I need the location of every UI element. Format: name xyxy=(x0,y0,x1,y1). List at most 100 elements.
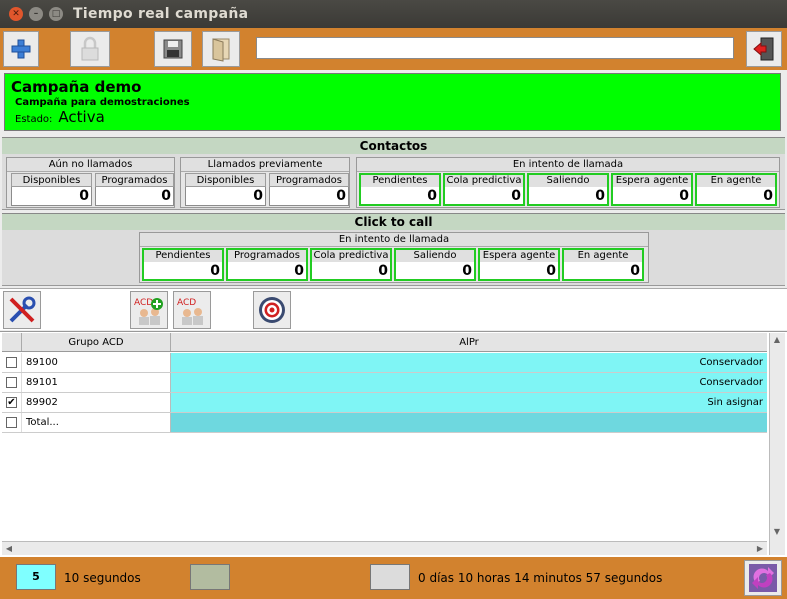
acd-add-button[interactable]: ACD xyxy=(130,291,168,329)
row-checkbox[interactable] xyxy=(6,417,17,428)
minimize-icon[interactable]: – xyxy=(29,7,43,21)
table-row-total[interactable]: Total... xyxy=(2,413,767,433)
group-title: En intento de llamada xyxy=(357,158,779,172)
cell-espera-agente: Espera agente 0 xyxy=(478,248,560,282)
row-checkbox[interactable] xyxy=(6,377,17,388)
row-check-cell xyxy=(2,353,22,372)
table-row[interactable]: 89100 Conservador xyxy=(2,353,767,373)
scroll-down-icon[interactable]: ▼ xyxy=(770,525,784,539)
acd-add-icon: ACD xyxy=(134,298,163,325)
cell-programados: Programados 0 xyxy=(95,173,174,207)
row-checkbox[interactable] xyxy=(6,357,17,368)
header-grupo-acd[interactable]: Grupo ACD xyxy=(22,333,171,351)
header-alpr[interactable]: AlPr xyxy=(171,333,767,351)
cell-label: Programados xyxy=(226,248,308,262)
status-bar: 5 10 segundos 0 días 10 horas 14 minutos… xyxy=(0,557,787,599)
contactos-panel: Aún no llamados Disponibles 0 Programados… xyxy=(2,154,785,210)
cell-label: Pendientes xyxy=(142,248,224,262)
toolbar xyxy=(0,28,787,70)
vertical-scrollbar[interactable]: ▲ ▼ xyxy=(769,333,785,555)
refresh-interval-field[interactable]: 5 xyxy=(16,564,56,590)
tools-button[interactable] xyxy=(3,291,41,329)
cell-label: Pendientes xyxy=(359,173,441,187)
acd-table: Grupo ACD AlPr 89100 Conservador 89101 C… xyxy=(0,331,787,557)
cell-label: Cola predictiva xyxy=(443,173,525,187)
cell-value: 0 xyxy=(443,187,525,206)
click-to-call-panel: En intento de llamada Pendientes 0 Progra… xyxy=(2,230,785,286)
close-icon[interactable]: ✕ xyxy=(9,7,23,21)
refresh-icon xyxy=(749,564,777,592)
row-check-cell: ✔ xyxy=(2,393,22,412)
cell-label: Programados xyxy=(269,173,349,187)
cell-pendientes: Pendientes 0 xyxy=(142,248,224,282)
save-icon xyxy=(163,39,183,59)
target-button[interactable] xyxy=(253,291,291,329)
cell-label: Programados xyxy=(95,173,174,187)
cell-value: 0 xyxy=(142,262,224,281)
campaign-name: Campaña demo xyxy=(11,78,142,96)
cell-value: 0 xyxy=(478,262,560,281)
add-button[interactable] xyxy=(3,31,39,67)
exit-button[interactable] xyxy=(746,31,782,67)
cell-programados: Programados 0 xyxy=(269,173,349,207)
status-indicator xyxy=(190,564,230,590)
target-icon xyxy=(259,297,285,323)
refresh-button[interactable] xyxy=(744,560,782,596)
door-button[interactable] xyxy=(202,31,240,67)
window-title: Tiempo real campaña xyxy=(73,6,249,22)
row-alpr: Sin asignar xyxy=(171,393,767,412)
cell-saliendo: Saliendo 0 xyxy=(527,173,609,207)
maximize-icon[interactable]: □ xyxy=(49,7,63,21)
lock-button[interactable] xyxy=(70,31,110,67)
add-icon xyxy=(11,39,31,59)
cell-label: Disponibles xyxy=(185,173,266,187)
save-button[interactable] xyxy=(154,31,192,67)
horizontal-scrollbar[interactable]: ◀ ▶ xyxy=(2,541,767,555)
group-no-llamados: Aún no llamados Disponibles 0 Programados… xyxy=(6,157,175,208)
cell-cola-predictiva: Cola predictiva 0 xyxy=(443,173,525,207)
row-group: 89902 xyxy=(22,393,171,412)
cell-value: 0 xyxy=(95,187,174,206)
group-title: Aún no llamados xyxy=(7,158,174,172)
cell-value: 0 xyxy=(394,262,476,281)
cell-label: Cola predictiva xyxy=(310,248,392,262)
group-llamados-previamente: Llamados previamente Disponibles 0 Progra… xyxy=(180,157,350,208)
cell-cola-predictiva: Cola predictiva 0 xyxy=(310,248,392,282)
contactos-header: Contactos xyxy=(2,137,785,154)
lock-icon xyxy=(81,36,99,61)
campaign-panel: Campaña demo Campaña para demostraciones… xyxy=(4,73,781,131)
scroll-up-icon[interactable]: ▲ xyxy=(770,333,784,347)
scroll-left-icon[interactable]: ◀ xyxy=(2,542,16,556)
state-value: Activa xyxy=(58,108,105,126)
tools-icon xyxy=(9,296,36,323)
header-check xyxy=(2,333,22,351)
row-alpr: Conservador xyxy=(171,373,767,392)
table-header: Grupo ACD AlPr xyxy=(2,333,767,352)
table-row[interactable]: ✔ 89902 Sin asignar xyxy=(2,393,767,413)
state-label: Estado: xyxy=(15,114,53,125)
row-check-cell xyxy=(2,413,22,432)
cell-espera-agente: Espera agente 0 xyxy=(611,173,693,207)
cell-en-agente: En agente 0 xyxy=(562,248,644,282)
cell-value: 0 xyxy=(226,262,308,281)
title-bar: ✕ – □ Tiempo real campaña xyxy=(0,0,787,28)
group-en-intento: En intento de llamada Pendientes 0 Cola p… xyxy=(356,157,780,208)
cell-en-agente: En agente 0 xyxy=(695,173,777,207)
door-icon xyxy=(212,38,230,62)
exit-icon xyxy=(753,37,774,61)
click-to-call-header: Click to call xyxy=(2,213,785,230)
cell-value: 0 xyxy=(695,187,777,206)
cell-label: Espera agente xyxy=(611,173,693,187)
row-group: Total... xyxy=(22,413,171,432)
elapsed-time: 0 días 10 horas 14 minutos 57 segundos xyxy=(418,571,663,585)
cell-label: Disponibles xyxy=(11,173,92,187)
cell-pendientes: Pendientes 0 xyxy=(359,173,441,207)
acd-button[interactable]: ACD xyxy=(173,291,211,329)
cell-label: Espera agente xyxy=(478,248,560,262)
toolbar-input[interactable] xyxy=(256,37,734,59)
group-title: En intento de llamada xyxy=(140,233,648,247)
acd-label: ACD xyxy=(177,298,196,308)
table-row[interactable]: 89101 Conservador xyxy=(2,373,767,393)
scroll-right-icon[interactable]: ▶ xyxy=(753,542,767,556)
row-checkbox[interactable]: ✔ xyxy=(6,397,17,408)
